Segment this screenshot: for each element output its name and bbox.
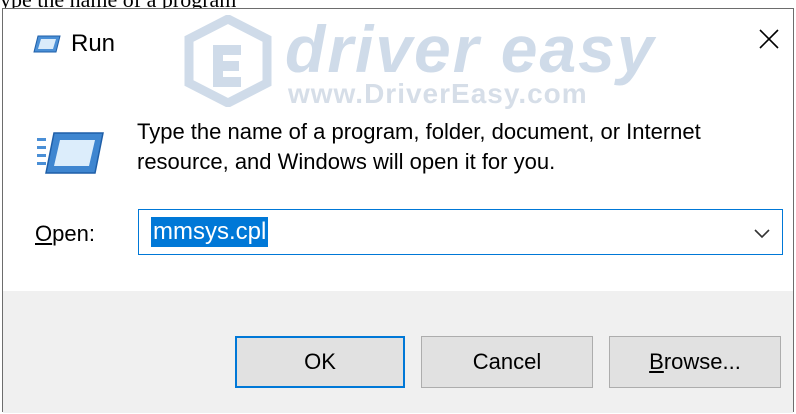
button-bar: OK Cancel Browse... bbox=[3, 291, 793, 413]
driver-easy-logo bbox=[184, 15, 272, 107]
title-bar: Run driver easy www.DriverEasy.com bbox=[3, 9, 793, 109]
cancel-button[interactable]: Cancel bbox=[421, 336, 593, 388]
open-input-value[interactable]: mmsys.cpl bbox=[151, 217, 269, 247]
window-title: Run bbox=[71, 30, 116, 57]
open-label-rest: pen: bbox=[52, 221, 95, 246]
open-combobox[interactable]: mmsys.cpl bbox=[138, 209, 783, 255]
browse-accesskey: B bbox=[649, 349, 664, 374]
watermark-brand: driver easy bbox=[285, 12, 656, 86]
close-button[interactable] bbox=[747, 19, 791, 59]
run-description: Type the name of a program, folder, docu… bbox=[137, 119, 701, 174]
page-header-fragment: ype the name of a program bbox=[0, 0, 796, 8]
open-label: Open: bbox=[35, 221, 95, 247]
chevron-down-icon[interactable] bbox=[752, 223, 772, 243]
browse-button[interactable]: Browse... bbox=[609, 336, 781, 388]
ok-button[interactable]: OK bbox=[235, 336, 405, 388]
browse-label-rest: rowse... bbox=[663, 349, 741, 374]
run-icon bbox=[33, 35, 61, 53]
close-icon bbox=[759, 29, 779, 49]
page-header-partial-text: ype the name of a program bbox=[0, 0, 236, 8]
open-label-accesskey: O bbox=[35, 221, 53, 246]
watermark-url: www.DriverEasy.com bbox=[288, 78, 588, 109]
run-dialog: Run driver easy www.DriverEasy.com Type … bbox=[2, 8, 794, 413]
run-icon bbox=[37, 132, 104, 174]
